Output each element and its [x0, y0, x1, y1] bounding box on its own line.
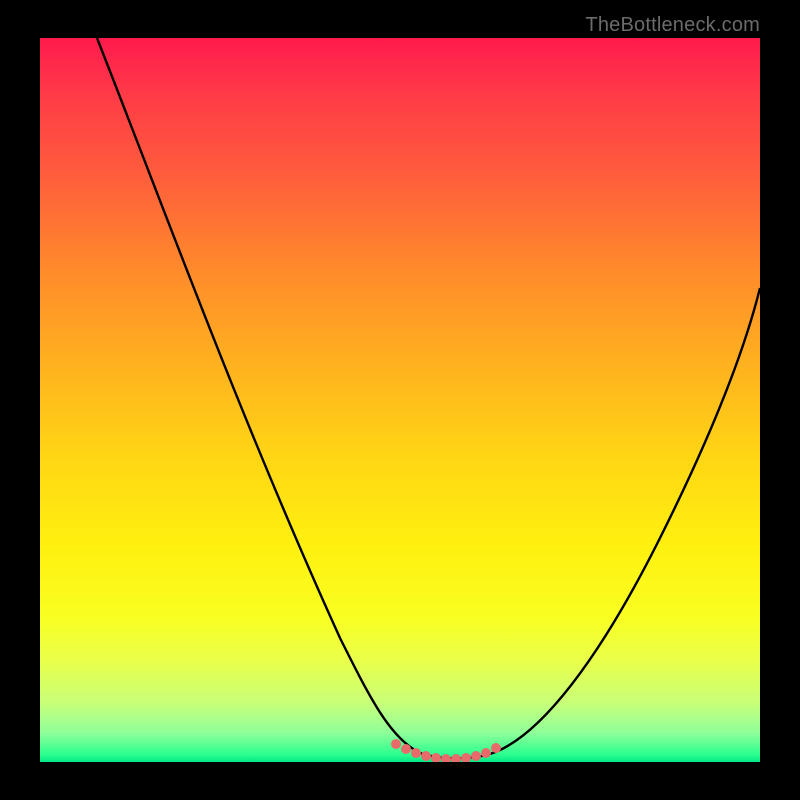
chart-frame: TheBottleneck.com: [0, 0, 800, 800]
valley-accent-dots: [391, 739, 501, 762]
attribution-text: TheBottleneck.com: [585, 14, 760, 37]
chart-svg: [40, 38, 760, 762]
chart-plot-area: [40, 38, 760, 762]
bottleneck-curve: [97, 38, 760, 758]
